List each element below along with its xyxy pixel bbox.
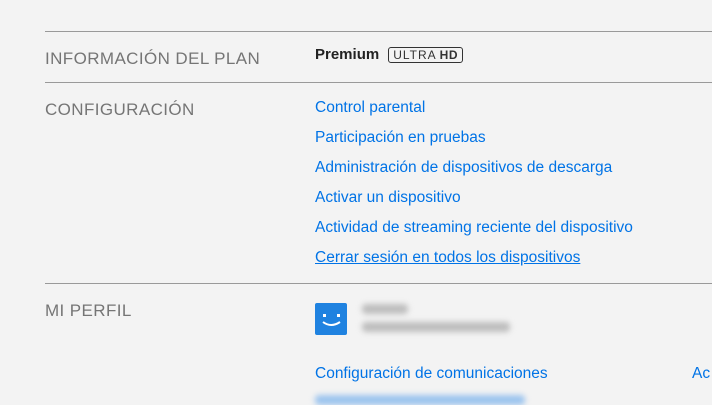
settings-link-item: Cerrar sesión en todos los dispositivos <box>315 247 633 277</box>
streaming-activity-link[interactable]: Actividad de streaming reciente del disp… <box>315 219 633 236</box>
smiley-face-icon <box>322 314 341 326</box>
profile-avatar[interactable] <box>315 303 347 335</box>
sign-out-all-devices-link[interactable]: Cerrar sesión en todos los dispositivos <box>315 249 580 266</box>
ultra-hd-badge: ULTRA HD <box>388 46 463 63</box>
plan-section-title: INFORMACIÓN DEL PLAN <box>45 49 261 68</box>
settings-section-title: CONFIGURACIÓN <box>45 100 195 119</box>
settings-links: Control parental Participación en prueba… <box>315 97 633 277</box>
download-devices-link[interactable]: Administración de dispositivos de descar… <box>315 159 612 176</box>
activate-device-link[interactable]: Activar un dispositivo <box>315 189 461 206</box>
profile-email-redacted <box>362 322 510 332</box>
plan-name: Premium <box>315 46 380 63</box>
profile-link-cutoff[interactable] <box>315 395 525 405</box>
divider-top <box>45 31 712 32</box>
settings-link-item: Administración de dispositivos de descar… <box>315 157 633 187</box>
settings-link-item: Activar un dispositivo <box>315 187 633 217</box>
profile-section-title: MI PERFIL <box>45 301 132 320</box>
plan-info: Premium ULTRA HD <box>315 46 463 63</box>
communication-settings-link[interactable]: Configuración de comunicaciones <box>315 365 548 383</box>
settings-link-item: Control parental <box>315 97 633 127</box>
divider-settings <box>45 283 712 284</box>
profile-name-redacted <box>362 304 408 314</box>
settings-link-item: Participación en pruebas <box>315 127 633 157</box>
settings-link-item: Actividad de streaming reciente del disp… <box>315 217 633 247</box>
badge-hd: HD <box>439 48 458 62</box>
badge-ultra: ULTRA <box>393 48 437 62</box>
account-link-partial[interactable]: Ac <box>692 365 710 383</box>
parental-control-link[interactable]: Control parental <box>315 99 425 116</box>
divider-plan <box>45 82 712 83</box>
test-participation-link[interactable]: Participación en pruebas <box>315 129 486 146</box>
